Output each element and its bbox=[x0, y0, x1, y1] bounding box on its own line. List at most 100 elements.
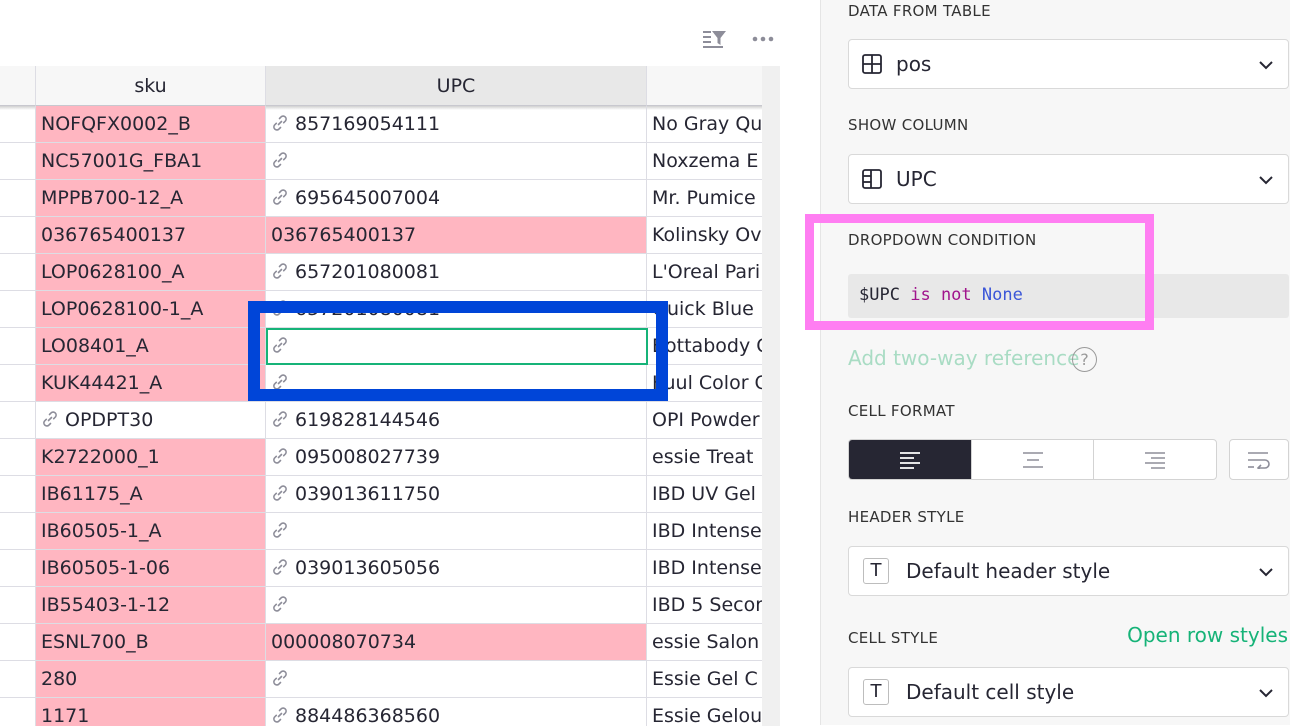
cell-upc[interactable] bbox=[266, 587, 647, 624]
cell-upc[interactable]: 619828144546 bbox=[266, 402, 647, 439]
cell-product-name[interactable]: IBD UV Gel bbox=[647, 476, 780, 513]
row-cell-prev[interactable] bbox=[0, 365, 36, 402]
cell-sku[interactable]: LOP0628100-1_A bbox=[36, 291, 266, 328]
sort-filter-icon[interactable] bbox=[699, 24, 729, 54]
cell-upc[interactable]: 039013605056 bbox=[266, 550, 647, 587]
row-cell-prev[interactable] bbox=[0, 439, 36, 476]
align-right-icon bbox=[1145, 451, 1166, 469]
cell-product-name[interactable]: Mr. Pumice bbox=[647, 180, 780, 217]
cell-sku[interactable]: IB60505-1-06 bbox=[36, 550, 266, 587]
wrap-text-button[interactable] bbox=[1229, 439, 1289, 480]
cell-product-name[interactable]: Kolinsky Ov bbox=[647, 217, 780, 254]
show-column-value: UPC bbox=[896, 167, 937, 191]
cell-sku-text: 280 bbox=[41, 668, 78, 690]
cell-product-name[interactable]: L'Oreal Pari bbox=[647, 254, 780, 291]
data-from-table-select[interactable]: pos bbox=[848, 39, 1289, 89]
cell-product-name[interactable]: essie Treat bbox=[647, 439, 780, 476]
row-cell-prev[interactable] bbox=[0, 254, 36, 291]
cell-upc[interactable]: 657201080081 bbox=[266, 254, 647, 291]
cell-sku-text: NOFQFX0002_B bbox=[41, 113, 191, 135]
creator-panel: DATA FROM TABLE pos SHOW COLUMN UPC DROP… bbox=[820, 0, 1290, 725]
cell-sku[interactable]: NC57001G_FBA1 bbox=[36, 143, 266, 180]
cell-sku[interactable]: ESNL700_B bbox=[36, 624, 266, 661]
column-header-col-prev[interactable] bbox=[0, 66, 36, 106]
cell-upc[interactable] bbox=[266, 513, 647, 550]
cell-product-name[interactable]: IBD 5 Secor bbox=[647, 587, 780, 624]
row-cell-prev[interactable] bbox=[0, 328, 36, 365]
column-header-col-sku[interactable]: sku bbox=[36, 66, 266, 106]
cell-sku[interactable]: LO08401_A bbox=[36, 328, 266, 365]
cell-sku-text: ESNL700_B bbox=[41, 631, 149, 653]
link-icon bbox=[271, 182, 289, 216]
cell-product-name[interactable]: OPI Powder bbox=[647, 402, 780, 439]
row-cell-prev[interactable] bbox=[0, 291, 36, 328]
row-cell-prev[interactable] bbox=[0, 476, 36, 513]
cell-upc[interactable] bbox=[266, 661, 647, 698]
cell-product-name[interactable]: No Gray Qu bbox=[647, 106, 780, 143]
row-cell-prev[interactable] bbox=[0, 661, 36, 698]
align-right-button[interactable] bbox=[1094, 440, 1216, 479]
header-style-select[interactable]: T Default header style bbox=[848, 546, 1289, 596]
cell-upc[interactable]: 000008070734 bbox=[266, 624, 647, 661]
cell-product-name[interactable]: Noxzema E bbox=[647, 143, 780, 180]
row-cell-prev[interactable] bbox=[0, 513, 36, 550]
cell-product-name[interactable]: IBD Intense bbox=[647, 550, 780, 587]
cell-upc[interactable]: 036765400137 bbox=[266, 217, 647, 254]
help-icon[interactable]: ? bbox=[1072, 347, 1097, 372]
link-icon bbox=[271, 515, 289, 549]
cell-product-name[interactable]: IBD Intense bbox=[647, 513, 780, 550]
cell-product-name-text: essie Salon bbox=[652, 631, 760, 653]
cell-sku[interactable]: IB55403-1-12 bbox=[36, 587, 266, 624]
vertical-scrollbar[interactable] bbox=[762, 66, 780, 726]
link-icon bbox=[41, 404, 59, 438]
row-cell-prev[interactable] bbox=[0, 550, 36, 587]
cell-product-name[interactable]: Essie Gel C bbox=[647, 661, 780, 698]
cell-sku[interactable]: 036765400137 bbox=[36, 217, 266, 254]
cell-style-select[interactable]: T Default cell style bbox=[848, 667, 1289, 717]
add-two-way-reference-link[interactable]: Add two-way reference bbox=[848, 346, 1079, 370]
row-cell-prev[interactable] bbox=[0, 217, 36, 254]
link-icon bbox=[271, 404, 289, 438]
show-column-select[interactable]: UPC bbox=[848, 154, 1289, 204]
cell-sku[interactable]: NOFQFX0002_B bbox=[36, 106, 266, 143]
row-cell-prev[interactable] bbox=[0, 698, 36, 726]
cell-sku[interactable]: 1171 bbox=[36, 698, 266, 726]
row-cell-prev[interactable] bbox=[0, 106, 36, 143]
column-header-col-upc[interactable]: UPC bbox=[266, 66, 647, 106]
cell-sku[interactable]: LOP0628100_A bbox=[36, 254, 266, 291]
cell-upc[interactable]: 857169054111 bbox=[266, 106, 647, 143]
cell-sku[interactable]: K2722000_1 bbox=[36, 439, 266, 476]
link-icon bbox=[271, 552, 289, 586]
cell-upc[interactable]: 884486368560 bbox=[266, 698, 647, 726]
more-icon[interactable] bbox=[748, 24, 778, 54]
cell-upc[interactable]: 695645007004 bbox=[266, 180, 647, 217]
row-cell-prev[interactable] bbox=[0, 587, 36, 624]
cell-upc[interactable]: 039013611750 bbox=[266, 476, 647, 513]
cell-sku[interactable]: IB60505-1_A bbox=[36, 513, 266, 550]
cell-upc[interactable]: 095008027739 bbox=[266, 439, 647, 476]
table-icon bbox=[861, 53, 883, 79]
align-center-button[interactable] bbox=[972, 440, 1095, 479]
cell-product-name[interactable]: essie Salon bbox=[647, 624, 780, 661]
cell-sku-text: NC57001G_FBA1 bbox=[41, 150, 203, 172]
link-icon bbox=[271, 145, 289, 179]
cell-upc[interactable] bbox=[266, 143, 647, 180]
cell-sku[interactable]: IB61175_A bbox=[36, 476, 266, 513]
cell-product-name-text: Bottabody C bbox=[652, 335, 770, 357]
column-header-col-next[interactable] bbox=[647, 66, 780, 106]
row-cell-prev[interactable] bbox=[0, 402, 36, 439]
cell-sku[interactable]: KUK44421_A bbox=[36, 365, 266, 402]
open-row-styles-link[interactable]: Open row styles bbox=[1127, 623, 1288, 647]
row-cell-prev[interactable] bbox=[0, 180, 36, 217]
cell-sku-text: K2722000_1 bbox=[41, 446, 160, 468]
cell-product-name[interactable]: Essie Gelou bbox=[647, 698, 780, 726]
row-cell-prev[interactable] bbox=[0, 624, 36, 661]
cell-sku[interactable]: MPPB700-12_A bbox=[36, 180, 266, 217]
cell-upc-text: 095008027739 bbox=[295, 446, 441, 468]
cell-sku[interactable]: OPDPT30 bbox=[36, 402, 266, 439]
cell-sku[interactable]: 280 bbox=[36, 661, 266, 698]
align-left-button[interactable] bbox=[849, 440, 972, 479]
cell-sku-text: KUK44421_A bbox=[41, 372, 163, 394]
row-cell-prev[interactable] bbox=[0, 143, 36, 180]
cell-product-name-text: Essie Gel C bbox=[652, 668, 758, 690]
